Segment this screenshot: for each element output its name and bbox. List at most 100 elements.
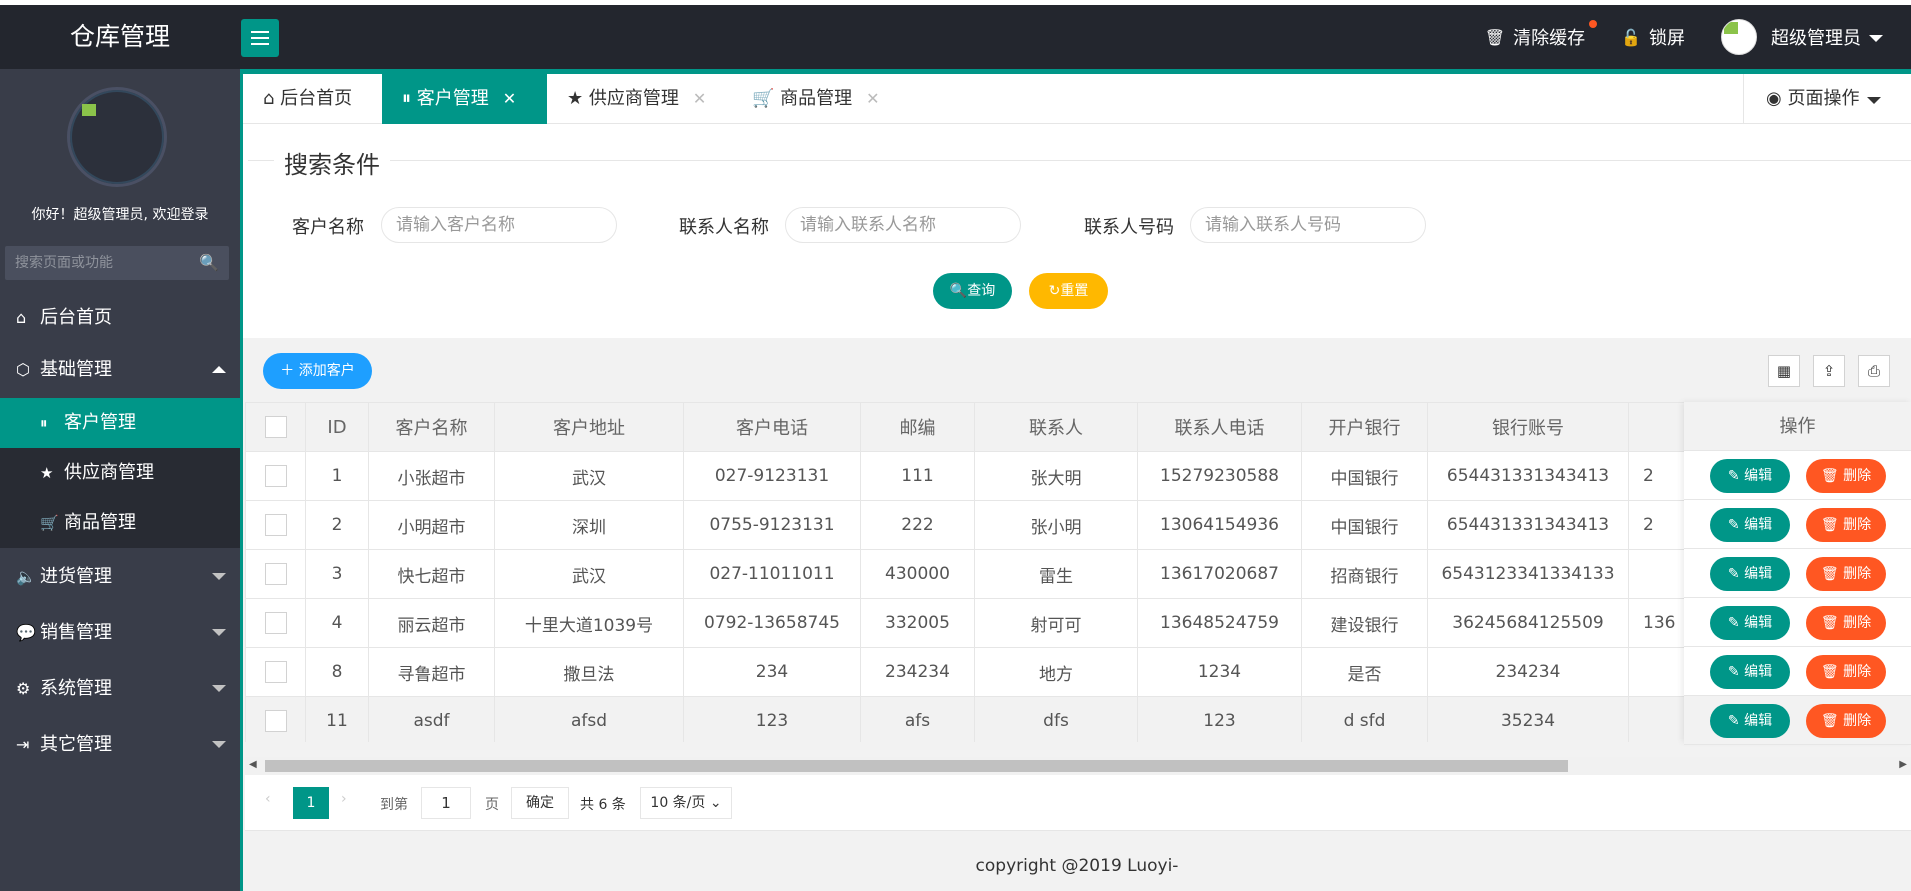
tab-home[interactable]: ⌂ 后台首页	[243, 74, 382, 124]
table-cell: 0792-13658745	[683, 598, 861, 648]
col-header[interactable]: 邮编	[860, 402, 975, 452]
add-customer-button[interactable]: ＋ 添加客户	[263, 353, 372, 389]
scroll-right-icon[interactable]: ▶	[1899, 759, 1907, 770]
scroll-left-icon[interactable]: ◀	[249, 759, 257, 770]
table-row[interactable]: 4 丽云超市 十里大道1039号 0792-13658745 332005 射可可 1364…	[245, 598, 1729, 648]
tab-supplier[interactable]: ★ 供应商管理 ✕	[547, 74, 732, 124]
edit-button[interactable]: ✎ 编辑	[1710, 606, 1790, 640]
sidebar-item-sales[interactable]: 💬 销售管理	[0, 605, 240, 661]
page-operations-menu[interactable]: ◉ 页面操作	[1743, 74, 1911, 124]
table-row[interactable]: 8 寻鲁超市 撒旦法 234 234234 地方 1234 是否 234234	[245, 647, 1729, 697]
table-row[interactable]: 3 快七超市 武汉 027-11011011 430000 雷生 13617020687 招商…	[245, 549, 1729, 599]
sidebar-item-basic[interactable]: ⬡ 基础管理	[0, 342, 240, 398]
table-cell: 快七超市	[368, 549, 495, 599]
edit-button[interactable]: ✎ 编辑	[1710, 655, 1790, 689]
edit-label: 编辑	[1744, 713, 1773, 729]
delete-button[interactable]: 🗑 删除	[1806, 606, 1886, 640]
table-cell: 13648524759	[1137, 598, 1302, 648]
col-header[interactable]: ID	[305, 402, 369, 452]
clear-cache-button[interactable]: 🗑 清除缓存	[1485, 20, 1598, 50]
sidebar-item-system[interactable]: ⚙ 系统管理	[0, 661, 240, 717]
search-icon: 🔍	[949, 283, 968, 299]
prev-page-icon[interactable]: ‹	[265, 791, 271, 807]
caret-up-icon	[212, 366, 226, 373]
close-icon[interactable]: ✕	[866, 89, 879, 108]
confirm-button[interactable]: 确定	[511, 787, 569, 819]
delete-button[interactable]: 🗑 删除	[1806, 508, 1886, 542]
table-row[interactable]: 2 小明超市 深圳 0755-9123131 222 张小明 13064154936 中国银行…	[245, 500, 1729, 550]
tab-label: 后台首页	[280, 88, 353, 109]
col-header[interactable]: 联系人	[974, 402, 1138, 452]
sidebar-item-other[interactable]: ⇥ 其它管理	[0, 717, 240, 773]
col-header[interactable]: 开户银行	[1301, 402, 1428, 452]
col-header[interactable]: 客户地址	[494, 402, 684, 452]
contact-phone-input[interactable]: 请输入联系人号码	[1190, 207, 1426, 243]
row-checkbox[interactable]	[264, 710, 287, 732]
notification-dot	[1589, 20, 1598, 28]
query-button[interactable]: 🔍查询	[933, 273, 1012, 309]
tab-goods[interactable]: 🛒 商品管理 ✕	[732, 74, 902, 124]
per-page-select[interactable]: 10 条/页 ⌄	[640, 787, 732, 819]
table-cell: 地方	[974, 647, 1138, 697]
caret-down-icon	[212, 741, 226, 748]
sidebar-item-supplier[interactable]: ★ 供应商管理	[0, 448, 240, 498]
col-header[interactable]: 银行账号	[1427, 402, 1629, 452]
lock-screen-button[interactable]: 🔓 锁屏	[1621, 24, 1685, 50]
sidebar-search-input[interactable]: 搜索页面或功能 🔍	[5, 246, 229, 280]
sidebar-item-customer[interactable]: ⏸ 客户管理	[0, 398, 240, 448]
columns-filter-icon[interactable]: ▦	[1768, 355, 1800, 387]
scrollbar-thumb[interactable]	[265, 760, 1568, 772]
table-cell: asdf	[368, 696, 495, 742]
tab-customer[interactable]: ⏸ 客户管理 ✕	[382, 74, 547, 124]
row-checkbox[interactable]	[264, 661, 287, 683]
customer-name-input[interactable]: 请输入客户名称	[381, 207, 617, 243]
delete-button[interactable]: 🗑 删除	[1806, 704, 1886, 738]
op-row: ✎ 编辑 🗑 删除	[1684, 500, 1911, 549]
row-checkbox[interactable]	[264, 612, 287, 634]
select-all-checkbox[interactable]	[264, 416, 287, 438]
sidebar: 你好！超级管理员, 欢迎登录 搜索页面或功能 🔍 ⌂ 后台首页 ⬡ 基础管理 ⏸ 客户…	[0, 69, 240, 891]
edit-button[interactable]: ✎ 编辑	[1710, 508, 1790, 542]
tab-label: 供应商管理	[588, 88, 679, 109]
col-header[interactable]: 联系人电话	[1137, 402, 1302, 452]
close-icon[interactable]: ✕	[503, 89, 516, 108]
print-icon[interactable]: ⎙	[1858, 355, 1890, 387]
page-current[interactable]: 1	[293, 787, 329, 819]
home-icon: ⌂	[16, 308, 27, 327]
table-cell: 8	[305, 647, 369, 697]
reset-button[interactable]: ↻重置	[1029, 273, 1108, 309]
delete-button[interactable]: 🗑 删除	[1806, 655, 1886, 689]
sidebar-item-purchase[interactable]: 🔈 进货管理	[0, 549, 240, 605]
menu-toggle-button[interactable]	[241, 19, 279, 57]
sidebar-item-goods[interactable]: 🛒 商品管理	[0, 498, 240, 548]
next-page-icon[interactable]: ›	[341, 791, 347, 807]
close-icon[interactable]: ✕	[693, 89, 706, 108]
edit-button[interactable]: ✎ 编辑	[1710, 557, 1790, 591]
horizontal-scrollbar[interactable]: ◀ ▶	[245, 757, 1911, 775]
row-select-cell	[245, 647, 306, 697]
delete-button[interactable]: 🗑 删除	[1806, 459, 1886, 493]
col-header[interactable]: 客户电话	[683, 402, 861, 452]
table-cell: 027-9123131	[683, 451, 861, 501]
delete-button[interactable]: 🗑 删除	[1806, 557, 1886, 591]
edit-button[interactable]: ✎ 编辑	[1710, 459, 1790, 493]
contact-name-input[interactable]: 请输入联系人名称	[785, 207, 1021, 243]
row-checkbox[interactable]	[264, 465, 287, 487]
table-row[interactable]: 1 小张超市 武汉 027-9123131 111 张大明 15279230588 中国银行 6…	[245, 451, 1729, 501]
table-cell: 332005	[860, 598, 975, 648]
sidebar-item-home[interactable]: ⌂ 后台首页	[0, 290, 240, 346]
target-icon: ◉	[1766, 88, 1782, 109]
table-cell: 2	[305, 500, 369, 550]
user-menu[interactable]: 超级管理员	[1721, 19, 1883, 55]
goto-page-input[interactable]: 1	[421, 787, 471, 819]
pencil-icon: ✎	[1727, 664, 1740, 680]
plus-icon: ＋	[280, 363, 295, 379]
export-icon[interactable]: ⇪	[1813, 355, 1845, 387]
table-cell: 654431331343413	[1427, 451, 1629, 501]
table-cell: 张大明	[974, 451, 1138, 501]
table-row[interactable]: 11 asdf afsd 123 afs dfs 123 d sfd 35234	[245, 696, 1729, 742]
row-checkbox[interactable]	[264, 563, 287, 585]
col-header[interactable]: 客户名称	[368, 402, 495, 452]
row-checkbox[interactable]	[264, 514, 287, 536]
edit-button[interactable]: ✎ 编辑	[1710, 704, 1790, 738]
